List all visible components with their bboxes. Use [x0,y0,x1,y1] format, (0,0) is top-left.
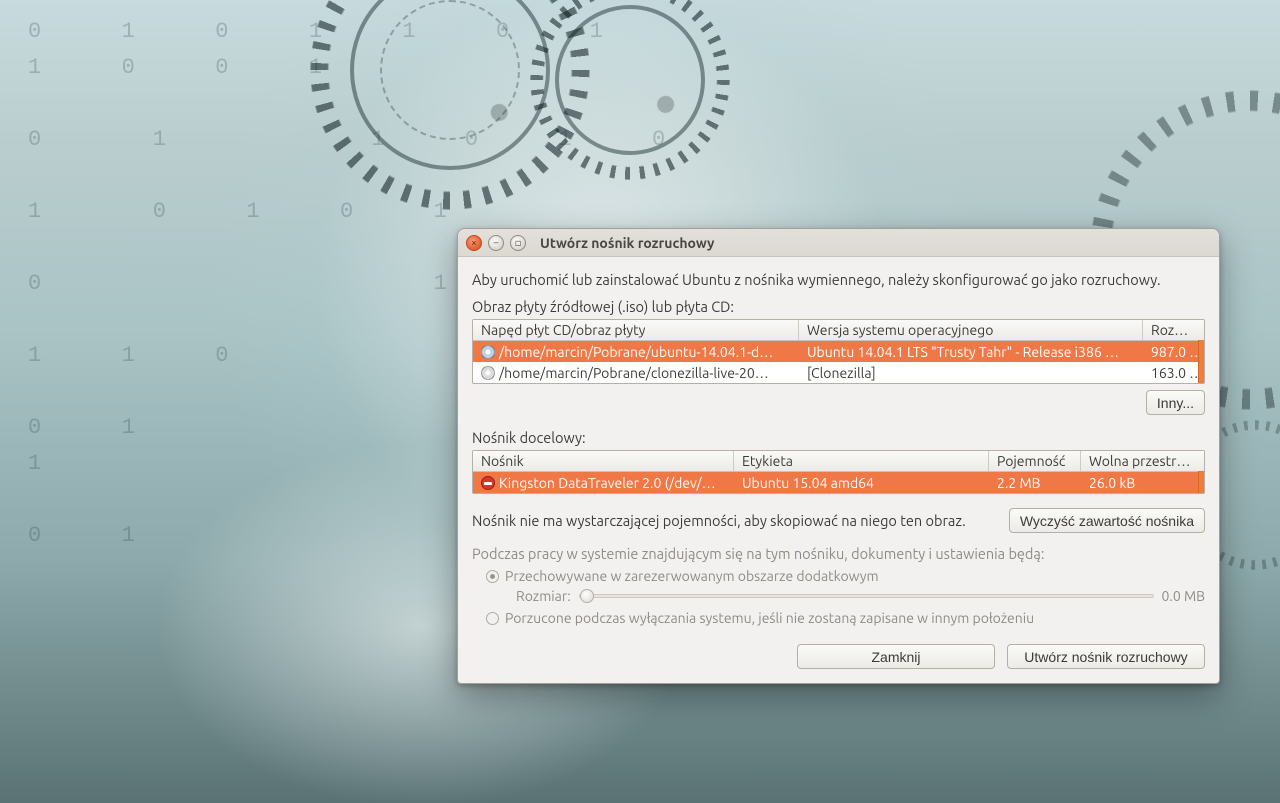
target-table: Nośnik Etykieta Pojemność Wolna przestrz… [472,450,1205,494]
persist-size-value: 0.0 MB [1162,588,1206,604]
capacity-warning: Nośnik nie ma wystarczającej pojemności,… [472,512,966,529]
disc-icon [481,366,495,380]
persistence-intro: Podczas pracy w systemie znajdującym się… [472,545,1205,562]
desktop-wallpaper: × – ▫ Utwórz nośnik rozruchowy Aby uruch… [0,0,1280,803]
target-device-label: Nośnik docelowy: [472,429,1205,446]
decor-ring [555,5,705,155]
intro-text: Aby uruchomić lub zainstalować Ubuntu z … [472,271,1205,288]
close-icon[interactable]: × [466,235,482,251]
decor-ring [530,0,730,180]
table-row[interactable]: /home/marcin/Pobrane/clonezilla-live-20…… [473,362,1204,383]
persistence-block: Podczas pracy w systemie znajdującym się… [472,545,1205,626]
table-row[interactable]: Kingston DataTraveler 2.0 (/dev/… Ubuntu… [473,472,1204,493]
decor-ring [310,0,590,210]
scrollbar[interactable] [1198,340,1204,383]
col-drive[interactable]: Napęd płyt CD/obraz płyty [473,320,799,340]
source-table: Napęd płyt CD/obraz płyty Wersja systemu… [472,319,1205,384]
col-free[interactable]: Wolna przestrzeń [1081,451,1204,471]
persist-size-label: Rozmiar: [516,588,571,604]
erase-button[interactable]: Wyczyść zawartość nośnika [1009,508,1205,533]
decor-ring [350,0,550,170]
minimize-icon[interactable]: – [488,235,504,251]
maximize-icon[interactable]: ▫ [510,235,526,251]
radio-persist-discard[interactable] [486,612,499,625]
close-button[interactable]: Zamknij [797,644,995,669]
col-label[interactable]: Etykieta [734,451,989,471]
scrollbar[interactable] [1198,471,1204,493]
other-button[interactable]: Inny... [1146,390,1205,415]
col-capacity[interactable]: Pojemność [989,451,1081,471]
decor-ring [380,0,520,140]
persist-option-b-label: Porzucone podczas wyłączania systemu, je… [505,610,1034,626]
radio-persist-stored[interactable] [486,570,499,583]
slider-thumb[interactable] [580,589,594,603]
window-title: Utwórz nośnik rozruchowy [540,235,714,251]
disc-icon [481,345,495,359]
startup-disk-creator-window: × – ▫ Utwórz nośnik rozruchowy Aby uruch… [457,228,1220,684]
col-size[interactable]: Rozmiar [1143,320,1204,340]
col-os[interactable]: Wersja systemu operacyjnego [799,320,1143,340]
table-row[interactable]: /home/marcin/Pobrane/ubuntu-14.04.1-d… U… [473,341,1204,362]
col-device[interactable]: Nośnik [473,451,734,471]
persist-option-a-label: Przechowywane w zarezerwowanym obszarze … [505,568,879,584]
create-button[interactable]: Utwórz nośnik rozruchowy [1007,644,1205,669]
no-entry-icon [481,476,495,490]
persist-size-slider[interactable] [579,594,1154,598]
source-image-label: Obraz płyty źródłowej (.iso) lub płyta C… [472,298,1205,315]
titlebar[interactable]: × – ▫ Utwórz nośnik rozruchowy [458,229,1219,257]
